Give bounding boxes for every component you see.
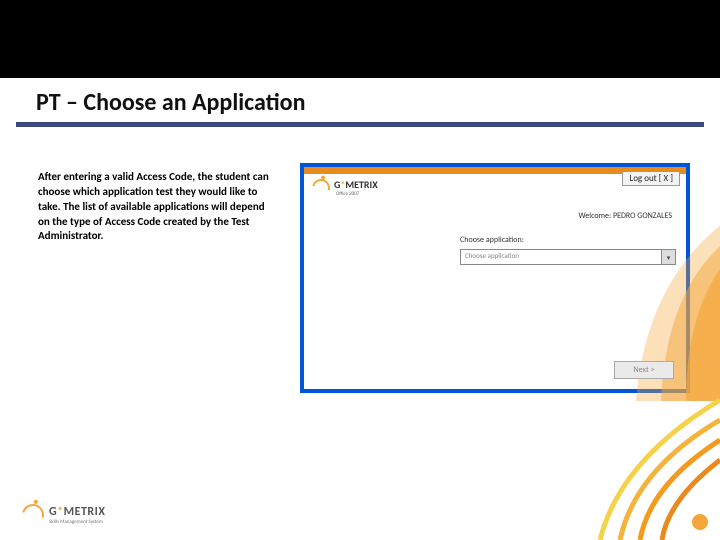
chevron-down-icon: ▾ [661,250,675,264]
slide-top-bar [0,0,720,78]
welcome-text: Welcome: PEDRO GONZALES [578,211,672,221]
dropdown-placeholder: Choose application [465,251,519,260]
footer-logo: G*METRIX Skills Management System [22,504,106,526]
logo-subtext: Office 2007 [336,191,378,197]
app-window: Log out [ X ] G*METRIX Office 2007 Welco… [300,163,690,393]
footer-tagline: Skills Management System [49,519,106,525]
app-header: Log out [ X ] G*METRIX Office 2007 [304,167,686,201]
logo-arc-icon [309,175,334,200]
next-button[interactable]: Next > [614,361,674,379]
title-underline [16,122,704,127]
application-dropdown[interactable]: Choose application ▾ [460,249,676,265]
app-logo: G*METRIX Office 2007 [312,178,378,197]
slide-title: PT – Choose an Application [36,88,305,117]
app-body: Welcome: PEDRO GONZALES Choose applicati… [304,201,686,389]
slide-body-text: After entering a valid Access Code, the … [38,170,278,244]
logout-button[interactable]: Log out [ X ] [622,171,680,186]
logo-text: G*METRIX [334,178,378,191]
footer-logo-arc-icon [18,500,48,530]
footer-brand: G*METRIX [49,505,106,519]
choose-application-label: Choose application: [460,235,524,245]
corner-dot-icon [692,514,708,530]
